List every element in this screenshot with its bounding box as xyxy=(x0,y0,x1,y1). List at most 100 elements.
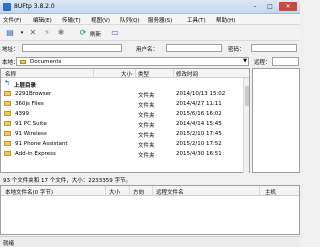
transfer-queue[interactable]: 本地文件名(0 字节) 大小 方向 远程文件名 主机 xyxy=(0,185,300,235)
list-item[interactable]: 4399 文件夹 2015/6/16 16:02 xyxy=(1,109,243,119)
menu-help[interactable]: 帮助(H) xyxy=(216,16,235,24)
file-type: 文件夹 xyxy=(138,153,155,159)
file-date: 2015/6/16 16:02 xyxy=(176,111,222,117)
folder-icon xyxy=(4,131,11,136)
address-label: 地址： xyxy=(2,47,19,53)
queue-col-host[interactable]: 主机 xyxy=(265,188,276,196)
remote-path-bar: 远程： xyxy=(252,56,300,67)
status-bar: 就绪 xyxy=(0,236,300,247)
toolbar: ▤ ▾ ✕ ⚡ ✱ ⟳ 刷新 ▭ xyxy=(0,25,300,41)
list-item[interactable]: 360js Files 文件夹 2014/4/27 11:11 xyxy=(1,99,243,109)
stop-icon[interactable]: ✱ xyxy=(56,28,66,38)
queue-col-direction[interactable]: 方向 xyxy=(133,188,144,196)
folder-icon xyxy=(4,121,11,126)
col-type[interactable]: 类型 xyxy=(138,70,149,78)
connection-bar: 地址： 用户名： 密码： xyxy=(0,42,300,54)
file-date: 2015/2/10 17:45 xyxy=(176,131,222,137)
file-type: 文件夹 xyxy=(138,143,155,149)
folder-icon xyxy=(4,101,11,106)
list-item[interactable]: 91 Wireless 文件夹 2015/2/10 17:45 xyxy=(1,129,243,139)
column-divider[interactable] xyxy=(93,69,94,78)
file-name: 4399 xyxy=(15,111,29,117)
file-date: 2014/10/13 15:02 xyxy=(176,91,226,97)
status-text: 就绪 xyxy=(3,241,15,247)
queue-col-local-name[interactable]: 本地文件名(0 字节) xyxy=(5,188,53,196)
minimize-button[interactable]: – xyxy=(248,2,262,11)
username-input[interactable] xyxy=(166,44,222,52)
file-date: 2014/4/27 11:11 xyxy=(176,101,222,107)
password-input[interactable] xyxy=(251,44,297,52)
up-label: 上层目录 xyxy=(14,83,37,89)
col-name[interactable]: 名称 xyxy=(5,70,16,78)
local-path-bar: 本地： Documents ▼ xyxy=(0,56,250,67)
window-title: 8UFtp 3.8.2.0 xyxy=(14,3,55,10)
file-date: 2014/4/14 15:45 xyxy=(176,121,222,127)
folder-icon xyxy=(4,151,11,156)
menu-file[interactable]: 文件(F) xyxy=(3,16,21,24)
menu-server[interactable]: 服务器(S) xyxy=(148,16,172,24)
close-button[interactable]: ✕ xyxy=(279,2,297,11)
remote-path-label: 远程： xyxy=(254,60,271,66)
address-input[interactable] xyxy=(22,44,122,52)
list-item[interactable]: 91 PC Suite 文件夹 2014/4/14 15:45 xyxy=(1,119,243,129)
file-date: 2015/2/10 17:52 xyxy=(176,141,222,147)
list-item[interactable]: Add-in Express 文件夹 2015/4/30 16:51 xyxy=(1,149,243,159)
local-status-text: 93 个文件夹和 17 个文件，大小：2233359 字节。 xyxy=(3,178,131,184)
menu-tools[interactable]: 工具(T) xyxy=(187,16,206,24)
column-divider[interactable] xyxy=(129,186,130,196)
file-type: 文件夹 xyxy=(138,113,155,119)
col-size[interactable]: 大小 xyxy=(121,70,132,78)
maximize-button[interactable]: □ xyxy=(263,2,277,11)
chevron-down-icon[interactable]: ▼ xyxy=(243,58,247,64)
list-item[interactable]: 91 Phone Assistant 文件夹 2015/2/10 17:52 xyxy=(1,139,243,149)
username-label: 用户名： xyxy=(136,47,159,53)
refresh-label[interactable]: 刷新 xyxy=(90,30,101,38)
up-arrow-icon: ↰ xyxy=(4,79,10,87)
local-path-input[interactable]: Documents ▼ xyxy=(16,57,249,66)
list-item-up[interactable]: ↰ 上层目录 xyxy=(1,79,243,89)
folder-icon xyxy=(4,141,11,146)
column-divider[interactable] xyxy=(152,186,153,196)
file-name: 91 Phone Assistant xyxy=(15,141,68,147)
queue-col-remote-name[interactable]: 远程文件名 xyxy=(156,188,184,196)
col-modified[interactable]: 修改时间 xyxy=(176,70,198,78)
file-name: 91 Wireless xyxy=(15,131,47,137)
column-divider[interactable] xyxy=(105,186,106,196)
title-bar: 8UFtp 3.8.2.0 – □ ✕ xyxy=(0,0,300,14)
password-label: 密码： xyxy=(228,47,245,53)
file-type: 文件夹 xyxy=(138,93,155,99)
file-name: Add-in Express xyxy=(15,151,56,157)
folder-icon xyxy=(4,91,11,96)
refresh-icon[interactable]: ⟳ xyxy=(78,28,88,38)
menu-view[interactable]: 视图(V) xyxy=(91,16,110,24)
local-file-list[interactable]: 名称 大小 类型 修改时间 ↰ 上层目录 2291Browser 文件夹 201… xyxy=(0,68,250,173)
list-item[interactable]: 2291Browser 文件夹 2014/10/13 15:02 xyxy=(1,89,243,99)
file-date: 2015/4/30 16:51 xyxy=(176,151,222,157)
menu-queue[interactable]: 队列(Q) xyxy=(120,16,140,24)
queue-header: 本地文件名(0 字节) 大小 方向 远程文件名 主机 xyxy=(1,186,299,196)
menu-bar: 文件(F) 编辑(E) 传输(T) 视图(V) 队列(Q) 服务器(S) 工具(… xyxy=(0,14,300,25)
menu-transfer[interactable]: 传输(T) xyxy=(62,16,81,24)
file-type: 文件夹 xyxy=(138,133,155,139)
local-path-value: Documents xyxy=(30,59,62,65)
menu-edit[interactable]: 编辑(E) xyxy=(33,16,52,24)
column-divider[interactable] xyxy=(259,186,260,196)
local-scrollbar[interactable] xyxy=(243,78,249,173)
file-type: 文件夹 xyxy=(138,103,155,109)
column-divider[interactable] xyxy=(135,69,136,78)
column-divider[interactable] xyxy=(173,69,174,78)
local-list-header: 名称 大小 类型 修改时间 xyxy=(1,69,249,78)
local-status: 93 个文件夹和 17 个文件，大小：2233359 字节。 xyxy=(0,174,250,184)
open-icon[interactable]: ▭ xyxy=(110,28,120,38)
queue-col-size[interactable]: 大小 xyxy=(109,188,120,196)
dropdown-icon[interactable]: ▾ xyxy=(17,28,27,38)
connect-icon[interactable]: ✕ xyxy=(28,28,38,38)
folder-icon xyxy=(4,111,11,116)
app-icon xyxy=(3,3,11,11)
remote-file-list[interactable] xyxy=(252,68,300,173)
site-manager-icon[interactable]: ▤ xyxy=(5,28,15,38)
file-name: 91 PC Suite xyxy=(15,121,47,127)
remote-path-input[interactable] xyxy=(272,57,299,66)
scrollbar-thumb[interactable] xyxy=(245,86,249,106)
disconnect-icon[interactable]: ⚡ xyxy=(42,28,52,38)
